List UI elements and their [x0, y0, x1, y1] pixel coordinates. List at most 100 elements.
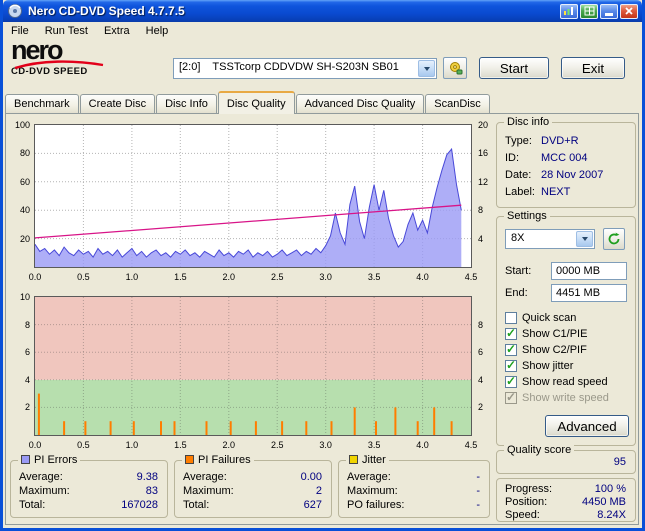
content-area: 100 80 60 40 20 20 16 12 8 4 0.0 0.5 1.0 1.5 2.0 2.5 3.0… [5, 113, 639, 525]
checkbox-show-read-speed[interactable]: Show read speed [505, 374, 608, 389]
checkbox-quick-scan[interactable]: Quick scan [505, 311, 576, 325]
checkbox-show-write-speed[interactable]: Show write speed [505, 390, 609, 405]
stat-label: Average: [183, 471, 227, 483]
checkbox-show-c1-pie[interactable]: Show C1/PIE [505, 326, 587, 341]
tab-benchmark[interactable]: Benchmark [5, 94, 79, 113]
checkbox-box [505, 326, 517, 340]
pi-failures-stats-box: PI Failures Average: 0.00 Maximum: 2 Total… [174, 454, 332, 518]
title-tool-button-chart[interactable] [560, 3, 578, 19]
checkbox-box [505, 390, 517, 404]
info-label: Label: [505, 186, 535, 198]
axis-tick: 4.5 [464, 440, 478, 450]
stat-label: Average: [347, 471, 391, 483]
checkbox-box [505, 312, 517, 324]
info-value: MCC 004 [541, 152, 588, 164]
axis-tick: 3.5 [367, 272, 381, 282]
menu-extra[interactable]: Extra [96, 24, 138, 38]
disc-info-row: ID: MCC 004 [505, 152, 629, 165]
mini-grid-icon [584, 6, 594, 16]
title-tool-button-grid[interactable] [580, 3, 598, 19]
stat-row: Total: 627 [183, 499, 322, 512]
quality-score-title: Quality score [504, 444, 575, 456]
menu-help[interactable]: Help [138, 24, 177, 38]
axis-tick: 4.0 [416, 272, 429, 282]
stat-label: PO failures: [347, 499, 405, 511]
stat-row: Total: 167028 [19, 499, 158, 512]
stat-value: 9.38 [136, 471, 158, 483]
axis-tick: 20 [478, 120, 489, 130]
axis-tick: 4.5 [464, 272, 478, 282]
stat-value: 2 [315, 485, 322, 497]
start-mb-input[interactable] [551, 262, 627, 280]
refresh-icon [608, 232, 620, 245]
advanced-button[interactable]: Advanced [545, 415, 629, 437]
drive-select-arrow[interactable] [418, 60, 435, 77]
axis-tick: 2 [24, 402, 30, 413]
pi-failures-plot [34, 296, 472, 436]
stat-label: Maximum: [347, 485, 398, 497]
info-label: Type: [505, 135, 532, 147]
tab-create-disc[interactable]: Create Disc [79, 94, 156, 113]
checkbox-box [505, 374, 517, 388]
close-button[interactable] [620, 3, 638, 19]
app-icon [7, 3, 23, 19]
tab-disc-info[interactable]: Disc Info [156, 94, 217, 113]
drive-select[interactable]: [2:0] TSSTcorp CDDVDW SH-S203N SB01 [173, 58, 437, 79]
window-title: Nero CD-DVD Speed 4.7.7.5 [28, 4, 185, 18]
checkbox-label: Show jitter [522, 360, 574, 372]
stat-label: Maximum: [183, 485, 234, 497]
stat-value: - [476, 485, 480, 497]
checkbox-label: Show write speed [522, 392, 609, 404]
nero-logo: nero CD-DVD SPEED [11, 37, 151, 90]
drive-action-button[interactable] [443, 57, 467, 79]
info-value: NEXT [541, 186, 571, 198]
stat-row: Maximum: - [347, 485, 480, 498]
axis-tick: 2.5 [270, 440, 284, 450]
nero-logo-swoosh [13, 58, 105, 73]
refresh-button[interactable] [603, 228, 625, 250]
tab-scandisc[interactable]: ScanDisc [425, 94, 490, 113]
status-value: 4450 MB [581, 496, 626, 508]
axis-tick: 8 [478, 205, 484, 216]
checkbox-show-c2-pif[interactable]: Show C2/PIF [505, 342, 587, 357]
axis-tick: 3.5 [367, 440, 381, 450]
checkbox-label: Show C2/PIF [522, 344, 587, 356]
axis-tick: 4 [24, 374, 30, 385]
quality-score-box: Quality score 95 [496, 444, 636, 474]
stat-row: Maximum: 83 [19, 485, 158, 498]
disc-info-row: Label: NEXT [505, 186, 629, 199]
exit-button[interactable]: Exit [561, 57, 625, 79]
axis-tick: 8 [24, 319, 30, 330]
info-value: DVD+R [541, 135, 579, 147]
checkbox-show-jitter[interactable]: Show jitter [505, 358, 574, 373]
disc-info-row: Type: DVD+R [505, 135, 629, 148]
stat-value: 83 [145, 485, 158, 497]
axis-tick: 1.5 [174, 440, 187, 450]
speed-select-arrow[interactable] [576, 231, 593, 247]
axis-tick: 2.0 [222, 272, 236, 282]
tab-disc-quality[interactable]: Disc Quality [217, 91, 295, 114]
titlebar[interactable]: Nero CD-DVD Speed 4.7.7.5 [3, 0, 642, 22]
axis-tick: 8 [478, 319, 484, 330]
pi-errors-chart: 100 80 60 40 20 20 16 12 8 4 0.0 0.5 1.0 1.5 2.0 2.5 3.0… [10, 118, 492, 288]
chevron-down-icon [423, 66, 430, 71]
axis-tick: 0.5 [77, 440, 90, 450]
jitter-legend-swatch [349, 455, 358, 464]
stat-row: Maximum: 2 [183, 485, 322, 498]
pi-failures-legend-swatch [185, 455, 194, 464]
minimize-button[interactable] [600, 3, 618, 19]
status-label: Speed: [505, 509, 540, 521]
jitter-stats-box: Jitter Average: - Maximum: - PO failures: - [338, 454, 490, 518]
end-mb-input[interactable] [551, 284, 627, 302]
stat-row: Average: 0.00 [183, 471, 322, 484]
start-button[interactable]: Start [479, 57, 549, 79]
info-label: Date: [505, 169, 532, 181]
stat-label: Total: [19, 499, 46, 511]
checkbox-box [505, 342, 517, 356]
speed-select[interactable]: 8X [505, 229, 595, 249]
jitter-stats-title: Jitter [362, 454, 386, 466]
disc-info-title: Disc info [504, 116, 553, 128]
tab-advanced-disc-quality[interactable]: Advanced Disc Quality [295, 94, 425, 113]
mini-chart-icon [564, 7, 573, 15]
drive-select-value: [2:0] TSSTcorp CDDVDW SH-S203N SB01 [179, 61, 399, 73]
